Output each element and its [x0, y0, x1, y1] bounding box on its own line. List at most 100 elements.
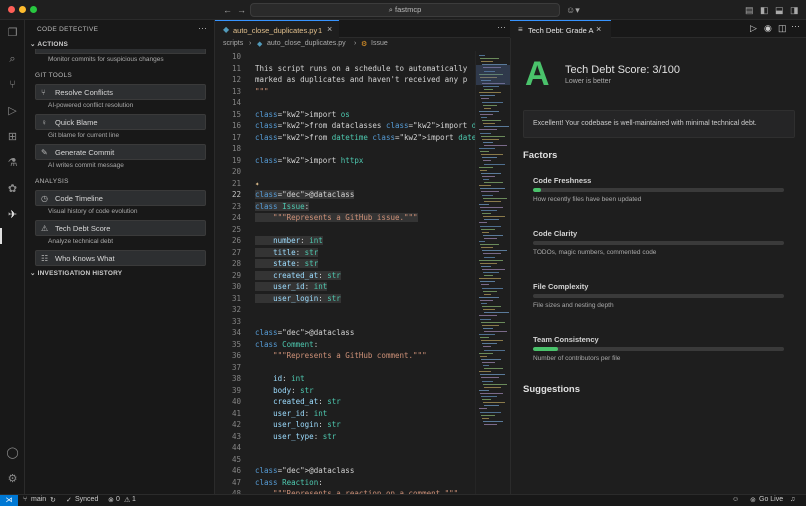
minimap-line [484, 163, 505, 165]
quick-blame-button[interactable]: ♀ Quick Blame [35, 114, 206, 130]
code-detective-icon[interactable]: ✈ [5, 208, 20, 223]
minimap[interactable] [475, 51, 510, 494]
line-number: 15 [231, 109, 241, 119]
copilot-icon[interactable]: ☺▾ [566, 4, 580, 16]
sync-icon[interactable]: ↻ [50, 496, 56, 504]
minimap-line [484, 293, 491, 295]
openai-icon[interactable]: ✿ [5, 182, 20, 197]
remote-indicator-icon[interactable]: ⋊ [0, 495, 18, 506]
run-debug-icon[interactable]: ▷ [5, 104, 20, 119]
copilot-status-icon[interactable]: ☺ [732, 496, 739, 503]
toggle-panel-icon[interactable]: ⬓ [775, 4, 784, 16]
message-box: Excellent! Your codebase is well-maintai… [523, 110, 795, 138]
settings-gear-icon[interactable]: ⚙ [5, 472, 20, 487]
minimap-line [480, 411, 501, 413]
split-editor-icon[interactable]: ◫ [778, 23, 787, 34]
minimap-line [484, 126, 509, 128]
close-window-button[interactable] [8, 6, 15, 13]
minimap-line [480, 355, 487, 357]
code-editor[interactable]: 10 11 This script runs on a schedule to au… [215, 51, 475, 494]
minimap-line [479, 92, 501, 94]
tab-auto-close-duplicates[interactable]: ◆ auto_close_duplicates.py 1 × [215, 20, 339, 38]
minimap-line [483, 365, 489, 366]
clipped-action-button[interactable] [35, 49, 206, 54]
minimap-line [484, 386, 501, 388]
testing-icon[interactable]: ⚗ [5, 156, 20, 171]
minimap-line [483, 420, 503, 422]
who-knows-what-button[interactable]: ☷ Who Knows What [35, 250, 206, 266]
command-center-search[interactable]: ⌕ fastmcp [250, 3, 560, 17]
line-number: 27 [231, 247, 241, 257]
minimap-line [480, 374, 505, 376]
sidebar-title: CODE DETECTIVE [37, 26, 99, 33]
minimap-line [482, 380, 493, 382]
minimap-line [484, 89, 493, 91]
investigation-history-header[interactable]: ⌄ INVESTIGATION HISTORY [30, 269, 122, 277]
editor-more-actions-icon[interactable]: ··· [497, 22, 506, 32]
minimap-line [479, 55, 485, 56]
line-number: 19 [231, 155, 241, 165]
minimap-line [480, 169, 487, 171]
close-tab-icon[interactable]: × [596, 24, 601, 34]
branch-name[interactable]: main [31, 496, 46, 503]
factor-bar [533, 241, 784, 245]
minimap-line [481, 117, 487, 118]
breadcrumb-folder[interactable]: scripts [223, 40, 243, 47]
minimap-line [479, 352, 493, 354]
warning-count[interactable]: 1 [132, 496, 136, 503]
notifications-bell-icon[interactable]: ♫ [790, 496, 795, 503]
tab-label: Tech Debt: Grade A [528, 26, 594, 35]
search-icon[interactable]: ⌕ [5, 52, 20, 67]
back-arrow-icon[interactable]: ← [223, 4, 232, 16]
minimap-line [484, 312, 509, 314]
minimap-line [480, 244, 499, 246]
line-number: 11 [231, 63, 241, 73]
error-count[interactable]: 0 [116, 496, 120, 503]
explorer-icon[interactable]: ❐ [5, 26, 20, 41]
minimap-line [482, 399, 491, 401]
close-tab-icon[interactable]: × [327, 24, 332, 34]
extensions-icon[interactable]: ⊞ [5, 130, 20, 145]
more-actions-icon[interactable]: ··· [791, 21, 800, 31]
maximize-window-button[interactable] [30, 6, 37, 13]
breadcrumb-symbol[interactable]: Issue [371, 40, 388, 47]
minimap-line [479, 241, 485, 242]
sync-status[interactable]: Synced [75, 496, 98, 503]
customize-layout-icon[interactable]: ▤ [745, 4, 754, 16]
account-icon[interactable]: ◯ [5, 446, 20, 461]
python-file-icon: ◆ [257, 41, 263, 48]
people-icon: ☷ [41, 254, 49, 263]
source-control-icon[interactable]: ⑂ [5, 78, 20, 93]
search-label: fastmcp [395, 5, 422, 14]
generate-commit-button[interactable]: ✎ Generate Commit [35, 144, 206, 160]
minimap-slider[interactable] [476, 65, 510, 85]
suggestions-title: Suggestions [523, 384, 581, 395]
code-line: marked as duplicates and haven't receive… [255, 75, 468, 84]
actions-section-header[interactable]: ⌄ ACTIONS [30, 40, 68, 48]
tab-tech-debt[interactable]: ≡ Tech Debt: Grade A × [510, 20, 611, 38]
minimap-line [483, 216, 505, 218]
tech-debt-score-button[interactable]: ⚠ Tech Debt Score [35, 220, 206, 236]
toggle-secondary-sidebar-icon[interactable]: ◨ [790, 4, 799, 16]
minimize-window-button[interactable] [19, 6, 26, 13]
minimap-line [481, 172, 501, 174]
toggle-sidebar-icon[interactable]: ◧ [760, 4, 769, 16]
breadcrumb-file[interactable]: auto_close_duplicates.py [267, 40, 346, 47]
minimap-line [481, 340, 503, 342]
minimap-line [484, 368, 503, 370]
minimap-line [479, 166, 493, 168]
copilot-icon[interactable]: ◉ [764, 23, 772, 34]
factor-bar [533, 294, 784, 298]
run-icon[interactable]: ▷ [750, 23, 757, 34]
more-actions-icon[interactable]: ··· [198, 23, 207, 33]
chevron-right-icon: › [354, 40, 357, 47]
line-number: 39 [231, 385, 241, 395]
minimap-line [480, 132, 491, 134]
minimap-line [481, 303, 487, 304]
code-line: class Reaction: [255, 477, 323, 487]
code-timeline-button[interactable]: ◷ Code Timeline [35, 190, 206, 206]
minimap-line [483, 290, 497, 292]
forward-arrow-icon[interactable]: → [237, 4, 246, 16]
resolve-conflicts-button[interactable]: ⑂ Resolve Conflicts [35, 84, 206, 100]
go-live-button[interactable]: Go Live [759, 496, 783, 503]
